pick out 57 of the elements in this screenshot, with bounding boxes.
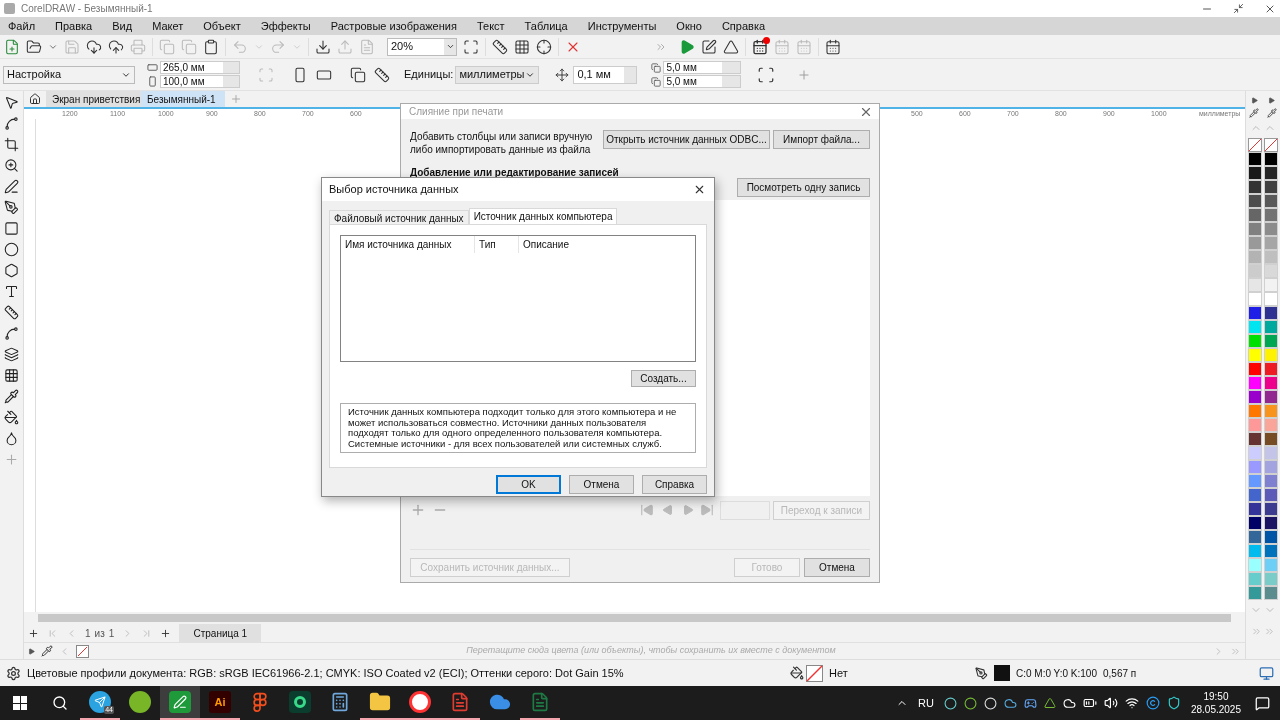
clock-date[interactable]: 28.05.2025 [1190,703,1241,716]
menu-item[interactable]: Инструменты [587,17,657,35]
outline-width-text: 0,567 п [1103,666,1138,681]
window-title: CorelDRAW - Безымянный-1 [21,2,154,16]
menu-item[interactable]: Таблица [524,17,568,35]
units-dropdown[interactable]: миллиметры [455,65,540,84]
dimension-field[interactable]: 265,0 мм [160,61,240,74]
dialog-button[interactable]: Отмена [804,558,870,577]
dialog-button[interactable]: Открыть источник данных ODBC... [603,130,770,149]
dialog-button[interactable]: Справка [642,475,707,494]
document-tab[interactable]: Безымянный-1 [141,91,225,107]
page-total: 1 [108,626,115,641]
data-source-list[interactable]: Имя источника данных Тип Описание [340,235,696,362]
menu-item[interactable]: Объект [203,17,241,35]
outline-color-text: C:0 M:0 Y:0 K:100 [1016,666,1097,681]
color-profiles-text: Цветовые профили документа: RGB: sRGB IEC61966-2.1; CMYK: ISO Coated v2 (ECI); Оттенки серого: Dot Gain 15% [27,665,624,681]
menu-item[interactable]: Текст [476,17,505,35]
menu-item[interactable]: Эффекты [260,17,311,35]
description-text: Источник данных компьютера подходит только для этого компьютера и не может использоваться совместно. Источники данных пользователя подходят только для одного определенного пользователя компьютера. Системные источники - для всех пользователей или системных служб. [348,407,678,449]
taskbar-app[interactable]: Ai [200,686,240,720]
section-heading: Добавление или редактирование записей [410,166,620,180]
menu-item[interactable]: Справка [721,17,766,35]
offset-field[interactable]: 5,0 мм [663,61,742,74]
menu-item[interactable]: Вид [112,17,133,35]
dialog-title: Выбор источника данных [329,182,459,198]
dialog-tab[interactable]: Файловый источник данных [329,210,469,224]
column-header[interactable]: Тип [475,236,519,253]
preset-dropdown[interactable]: Настройка [3,65,135,84]
column-header[interactable]: Имя источника данных [341,236,475,253]
dialog-button[interactable]: Посмотреть одну запись [737,178,870,197]
language-indicator[interactable]: RU [918,694,934,712]
nudge-field[interactable]: 0,1 мм [573,65,638,84]
dialog-title: Слияние при печати [409,105,504,119]
document-tab[interactable]: Экран приветствия [46,91,141,107]
palette-hint: Перетащите сюда цвета (или объекты), чтобы сохранить их вместе с документом [465,644,837,658]
dialog-tab[interactable]: Источник данных компьютера [468,208,618,224]
page-number: 1 [85,626,91,641]
dimension-field[interactable]: 100,0 мм [160,75,240,88]
fill-status: Нет [829,665,849,681]
menu-item[interactable]: Окно [676,17,702,35]
column-header[interactable]: Описание [519,236,695,253]
zoom-field[interactable]: 20% [387,37,457,56]
menu-item[interactable]: Файл [8,17,36,35]
offset-field[interactable]: 5,0 мм [663,75,742,88]
dialog-button[interactable]: Импорт файла... [773,130,870,149]
units-label: Единицы: [404,67,454,83]
intro-text: Добавить столбцы или записи вручную либо импортировать данные из файла [410,130,594,156]
menu-item[interactable]: Правка [55,17,93,35]
dialog-button[interactable]: Отмена [569,475,634,494]
menu-item[interactable]: Растровые изображения [330,17,457,35]
page-of-label: из [94,626,105,641]
clock-time[interactable]: 19:50 [1203,690,1229,703]
page-tab[interactable]: Страница 1 [179,624,262,642]
dialog-button[interactable]: OK [496,475,561,494]
create-button[interactable]: Создать... [631,370,696,387]
app-letters-icon: Ai [209,691,231,713]
menu-item[interactable]: Макет [152,17,184,35]
